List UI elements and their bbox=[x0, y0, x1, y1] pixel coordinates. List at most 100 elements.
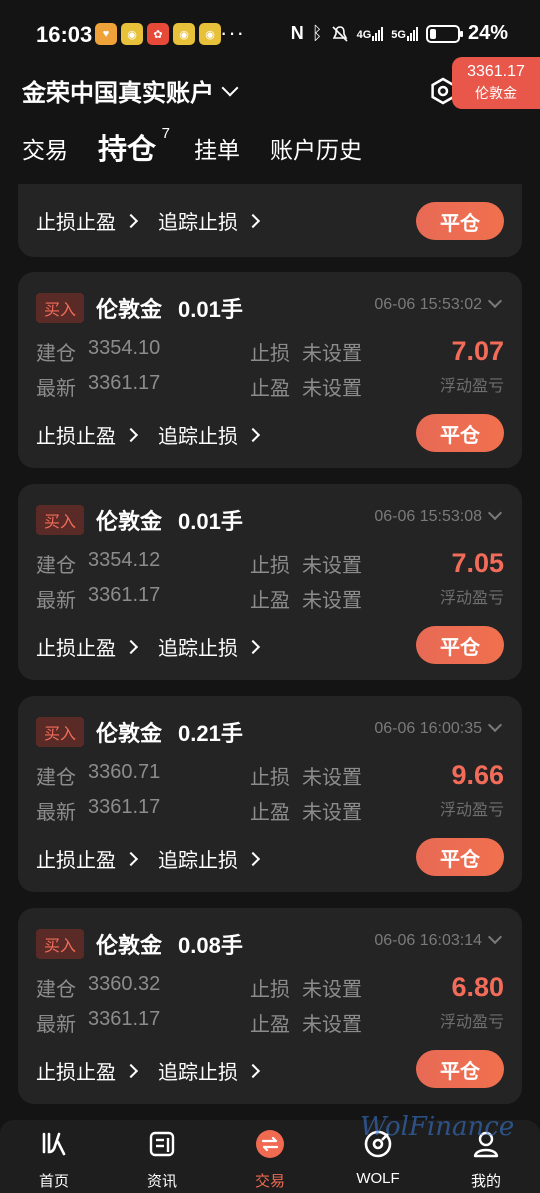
close-position-button[interactable]: 平仓 bbox=[416, 1050, 504, 1088]
open-price-row: 建仓 3360.71 bbox=[36, 761, 160, 790]
stop-loss-value: 未设置 bbox=[302, 767, 362, 789]
close-position-button[interactable]: 平仓 bbox=[416, 414, 504, 452]
nav-home-label: 首页 bbox=[38, 1173, 69, 1190]
home-icon bbox=[42, 1132, 66, 1156]
symbol-name: 伦敦金 bbox=[96, 933, 163, 958]
battery-percent: 24% bbox=[467, 22, 508, 44]
position-card[interactable]: 买入 伦敦金 0.08手 06-06 16:03:14 建仓 3360.32 最… bbox=[18, 908, 522, 1104]
stop-loss-label: 止损 bbox=[250, 767, 290, 789]
trailing-label: 追踪止损 bbox=[158, 1062, 238, 1084]
position-header: 买入 伦敦金 0.01手 bbox=[36, 504, 243, 536]
position-card[interactable]: 买入 伦敦金 0.01手 06-06 15:53:08 建仓 3354.12 最… bbox=[18, 484, 522, 680]
trailing-label: 追踪止损 bbox=[158, 212, 238, 234]
chevron-down-icon[interactable] bbox=[487, 505, 503, 521]
latest-price-value: 3361.17 bbox=[88, 584, 161, 606]
tab-bar: 交易 持仓 7 挂单 账户历史 bbox=[22, 124, 392, 172]
nfc-icon: N bbox=[290, 23, 304, 43]
lot-size: 0.01手 bbox=[178, 297, 243, 322]
latest-price-value: 3361.17 bbox=[88, 372, 161, 394]
trailing-stop-link[interactable]: 追踪止损 bbox=[158, 1056, 261, 1085]
floating-pnl-value: 7.07 bbox=[451, 336, 504, 366]
open-time: 06-06 15:53:02 bbox=[374, 296, 482, 313]
open-price-value: 3354.12 bbox=[88, 549, 161, 571]
take-profit-label: 止盈 bbox=[250, 802, 290, 824]
latest-price-row: 最新 3361.17 bbox=[36, 1008, 160, 1037]
card-actions: 止损止盈 追踪止损 bbox=[36, 1056, 280, 1085]
take-profit-label: 止盈 bbox=[250, 378, 290, 400]
nav-home[interactable]: 首页 bbox=[14, 1128, 94, 1191]
floating-pnl-label: 浮动盈亏 bbox=[439, 1014, 504, 1031]
chevron-right-icon bbox=[123, 639, 139, 654]
floating-price-badge[interactable]: 3361.17 伦敦金 bbox=[452, 57, 540, 109]
mute-icon bbox=[332, 25, 348, 42]
account-selector[interactable]: 金荣中国真实账户 bbox=[22, 73, 239, 108]
stop-loss-take-profit-link[interactable]: 止损止盈 bbox=[36, 420, 139, 449]
stop-loss-take-profit-link[interactable]: 止损止盈 bbox=[36, 1056, 139, 1085]
latest-price-label: 最新 bbox=[36, 590, 76, 612]
weibo-notification-icon: ◉ bbox=[173, 23, 195, 45]
open-price-value: 3360.32 bbox=[88, 973, 161, 995]
weibo-notification-icon: ◉ bbox=[199, 23, 221, 45]
tab-account-history[interactable]: 账户历史 bbox=[270, 128, 362, 172]
status-time: 16:03 bbox=[36, 22, 93, 47]
card-actions: 止损止盈 追踪止损 bbox=[36, 420, 280, 449]
latest-price-label: 最新 bbox=[36, 802, 76, 824]
chevron-right-icon bbox=[245, 1063, 261, 1078]
stop-loss-take-profit-link[interactable]: 止损止盈 bbox=[36, 206, 139, 235]
tab-pending-orders[interactable]: 挂单 bbox=[194, 128, 240, 172]
notification-icons: ♥ ◉ ✿ ◉ ◉ bbox=[95, 23, 221, 45]
stop-tp-label: 止损止盈 bbox=[36, 1062, 116, 1084]
trailing-stop-link[interactable]: 追踪止损 bbox=[158, 420, 261, 449]
floating-pnl-value: 6.80 bbox=[451, 972, 504, 1002]
trailing-stop-link[interactable]: 追踪止损 bbox=[158, 844, 261, 873]
close-position-button[interactable]: 平仓 bbox=[416, 202, 504, 240]
take-profit-value: 未设置 bbox=[302, 1014, 362, 1036]
stop-loss-row: 止损 未设置 bbox=[250, 761, 362, 790]
stop-loss-take-profit-link[interactable]: 止损止盈 bbox=[36, 844, 139, 873]
close-position-button[interactable]: 平仓 bbox=[416, 838, 504, 876]
open-price-label: 建仓 bbox=[36, 343, 76, 365]
trailing-stop-link[interactable]: 追踪止损 bbox=[158, 632, 261, 661]
more-notifications-icon: ··· bbox=[220, 20, 245, 45]
floating-pnl-value: 9.66 bbox=[451, 760, 504, 790]
stop-loss-value: 未设置 bbox=[302, 343, 362, 365]
nav-trade[interactable]: 交易 bbox=[230, 1128, 310, 1191]
nav-news-label: 资讯 bbox=[146, 1173, 177, 1190]
take-profit-label: 止盈 bbox=[250, 590, 290, 612]
stop-tp-label: 止损止盈 bbox=[36, 850, 116, 872]
chevron-right-icon bbox=[245, 639, 261, 654]
stop-loss-value: 未设置 bbox=[302, 979, 362, 1001]
stop-loss-take-profit-link[interactable]: 止损止盈 bbox=[36, 632, 139, 661]
position-card[interactable]: 买入 伦敦金 0.21手 06-06 16:00:35 建仓 3360.71 最… bbox=[18, 696, 522, 892]
floating-pnl-label: 浮动盈亏 bbox=[439, 590, 504, 607]
latest-price-label: 最新 bbox=[36, 378, 76, 400]
trailing-stop-link[interactable]: 追踪止损 bbox=[158, 206, 261, 235]
lot-size: 0.08手 bbox=[178, 933, 243, 958]
take-profit-row: 止盈 未设置 bbox=[250, 584, 362, 613]
latest-price-value: 3361.17 bbox=[88, 796, 161, 818]
nav-trade-label: 交易 bbox=[254, 1173, 285, 1190]
chevron-right-icon bbox=[245, 427, 261, 442]
signal-5g-icon: 5G bbox=[391, 26, 418, 41]
nav-news[interactable]: 资讯 bbox=[122, 1128, 202, 1191]
stop-loss-label: 止损 bbox=[250, 343, 290, 365]
bluetooth-icon: ᛒ bbox=[311, 23, 323, 43]
chevron-down-icon[interactable] bbox=[487, 929, 503, 945]
open-price-label: 建仓 bbox=[36, 979, 76, 1001]
chevron-down-icon[interactable] bbox=[487, 293, 503, 309]
close-position-button[interactable]: 平仓 bbox=[416, 626, 504, 664]
take-profit-value: 未设置 bbox=[302, 802, 362, 824]
latest-price-row: 最新 3361.17 bbox=[36, 796, 160, 825]
nav-wolf-label: WOLF bbox=[356, 1170, 400, 1187]
position-header: 买入 伦敦金 0.21手 bbox=[36, 716, 243, 748]
latest-price-row: 最新 3361.17 bbox=[36, 584, 160, 613]
take-profit-value: 未设置 bbox=[302, 590, 362, 612]
open-time: 06-06 15:53:08 bbox=[374, 508, 482, 525]
tab-positions[interactable]: 持仓 7 bbox=[98, 125, 170, 172]
open-price-label: 建仓 bbox=[36, 767, 76, 789]
tab-trade[interactable]: 交易 bbox=[22, 128, 68, 172]
battery-icon bbox=[425, 24, 463, 43]
chevron-down-icon[interactable] bbox=[487, 717, 503, 733]
system-indicators: N ᛒ 4G 5G 24% bbox=[291, 22, 508, 45]
position-card[interactable]: 买入 伦敦金 0.01手 06-06 15:53:02 建仓 3354.10 最… bbox=[18, 272, 522, 468]
